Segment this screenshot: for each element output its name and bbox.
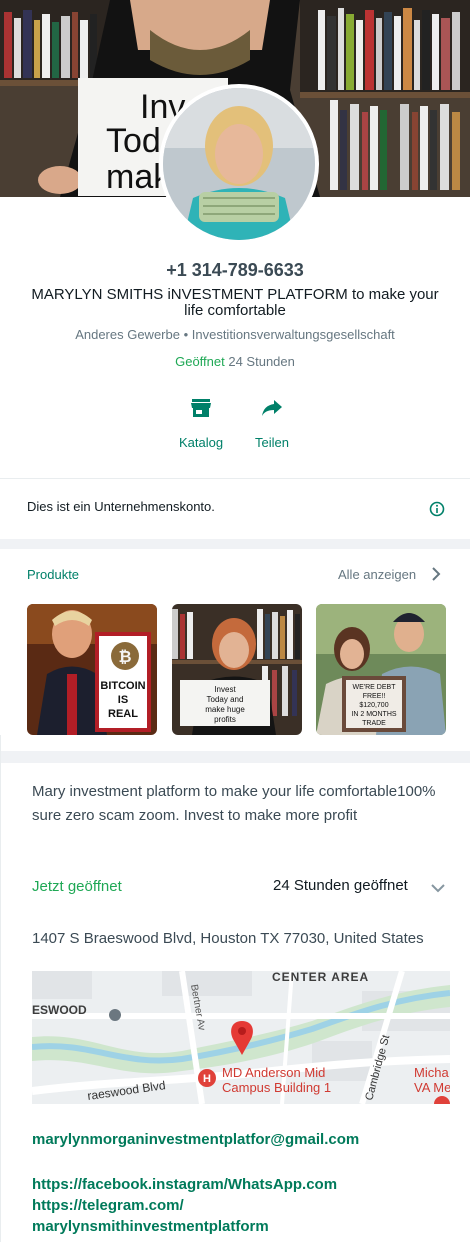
business-address: 1407 S Braeswood Blvd, Houston TX 77030,… (32, 930, 424, 947)
share-button[interactable]: Teilen (237, 398, 307, 450)
chevron-down-icon[interactable] (430, 883, 446, 893)
telegram-link-line[interactable]: marylynsmithinvestmentplatform (32, 1216, 269, 1237)
section-gap (0, 751, 470, 763)
product-caption: Invest (214, 685, 236, 694)
map-label-md-anderson: MD Anderson Mid (222, 1065, 325, 1080)
share-icon (262, 400, 282, 416)
map-canvas: CENTER AREA ESWOOD Bertner Av raeswood B… (32, 971, 450, 1104)
cover-sign-line: Tod (106, 122, 161, 160)
location-map[interactable]: CENTER AREA ESWOOD Bertner Av raeswood B… (32, 971, 450, 1104)
catalog-label: Katalog (178, 435, 224, 450)
map-label-center-area: CENTER AREA (272, 971, 369, 984)
opening-hours[interactable]: 24 Stunden geöffnet (273, 877, 408, 894)
product-image: Invest Today and make huge profits (172, 604, 302, 735)
product-caption: REAL (108, 708, 138, 720)
map-label-micha: VA Me (414, 1080, 450, 1095)
map-badge-icon (109, 1009, 121, 1021)
product-caption: WE'RE DEBT (353, 684, 397, 691)
product-item[interactable]: Invest Today and make huge profits (172, 604, 302, 735)
divider (0, 735, 1, 1242)
products-title: Produkte (27, 567, 80, 582)
storefront-icon (191, 399, 211, 417)
product-image: WE'RE DEBT FREE!! $120,700 IN 2 MONTHS T… (316, 604, 446, 735)
svg-text:CENTER AREA: CENTER AREA (272, 971, 369, 984)
see-all-products-link[interactable]: Alle anzeigen (338, 567, 416, 582)
product-item[interactable]: WE'RE DEBT FREE!! $120,700 IN 2 MONTHS T… (316, 604, 446, 735)
product-caption: FREE!! (363, 693, 386, 700)
map-label-md-anderson: Campus Building 1 (222, 1080, 331, 1095)
product-caption: Today and (207, 695, 244, 704)
product-caption: TRADE (362, 720, 386, 727)
product-caption: IS (118, 694, 128, 706)
open-status-label: Geöffnet (175, 354, 225, 369)
chevron-right-icon[interactable] (430, 566, 442, 582)
svg-text:₿: ₿ (118, 648, 131, 666)
product-caption: IN 2 MONTHS (351, 711, 396, 718)
telegram-link[interactable]: https://telegram.com/ marylynsmithinvest… (32, 1195, 269, 1237)
facebook-link[interactable]: https://facebook.instagram/WhatsApp.com (32, 1174, 337, 1195)
product-caption: BITCOIN (100, 680, 145, 692)
share-label: Teilen (255, 435, 289, 450)
catalog-button[interactable]: Katalog (166, 398, 236, 450)
open-status: Geöffnet 24 Stunden (0, 354, 470, 369)
product-caption: make huge (205, 705, 245, 714)
info-icon[interactable] (429, 501, 445, 517)
business-description: Mary investment platform to make your li… (32, 783, 436, 824)
product-caption: profits (214, 715, 236, 724)
product-item[interactable]: ₿ BITCOIN IS REAL (27, 604, 157, 735)
telegram-link-line[interactable]: https://telegram.com/ (32, 1195, 269, 1216)
business-category: Anderes Gewerbe • Investitionsverwaltung… (75, 327, 395, 342)
svg-text:H: H (203, 1073, 211, 1085)
open-status-hours: 24 Stunden (224, 354, 295, 369)
map-label-eswood: ESWOOD (32, 1003, 87, 1017)
section-gap (0, 539, 470, 549)
product-caption: $120,700 (359, 702, 388, 709)
map-label-micha: Micha (414, 1065, 449, 1080)
business-name: MARYLYN SMITHS iNVESTMENT PLATFORM to ma… (31, 286, 439, 319)
email-link[interactable]: marylynmorganinvestmentplatfor@gmail.com (32, 1129, 359, 1150)
product-image: ₿ BITCOIN IS REAL (27, 604, 157, 735)
phone-number: +1 314-789-6633 (166, 260, 304, 280)
avatar-photo (163, 88, 315, 240)
now-open-status: Jetzt geöffnet (32, 878, 122, 895)
avatar[interactable] (163, 88, 315, 240)
divider (0, 478, 470, 479)
business-account-notice: Dies ist ein Unternehmenskonto. (27, 499, 215, 514)
